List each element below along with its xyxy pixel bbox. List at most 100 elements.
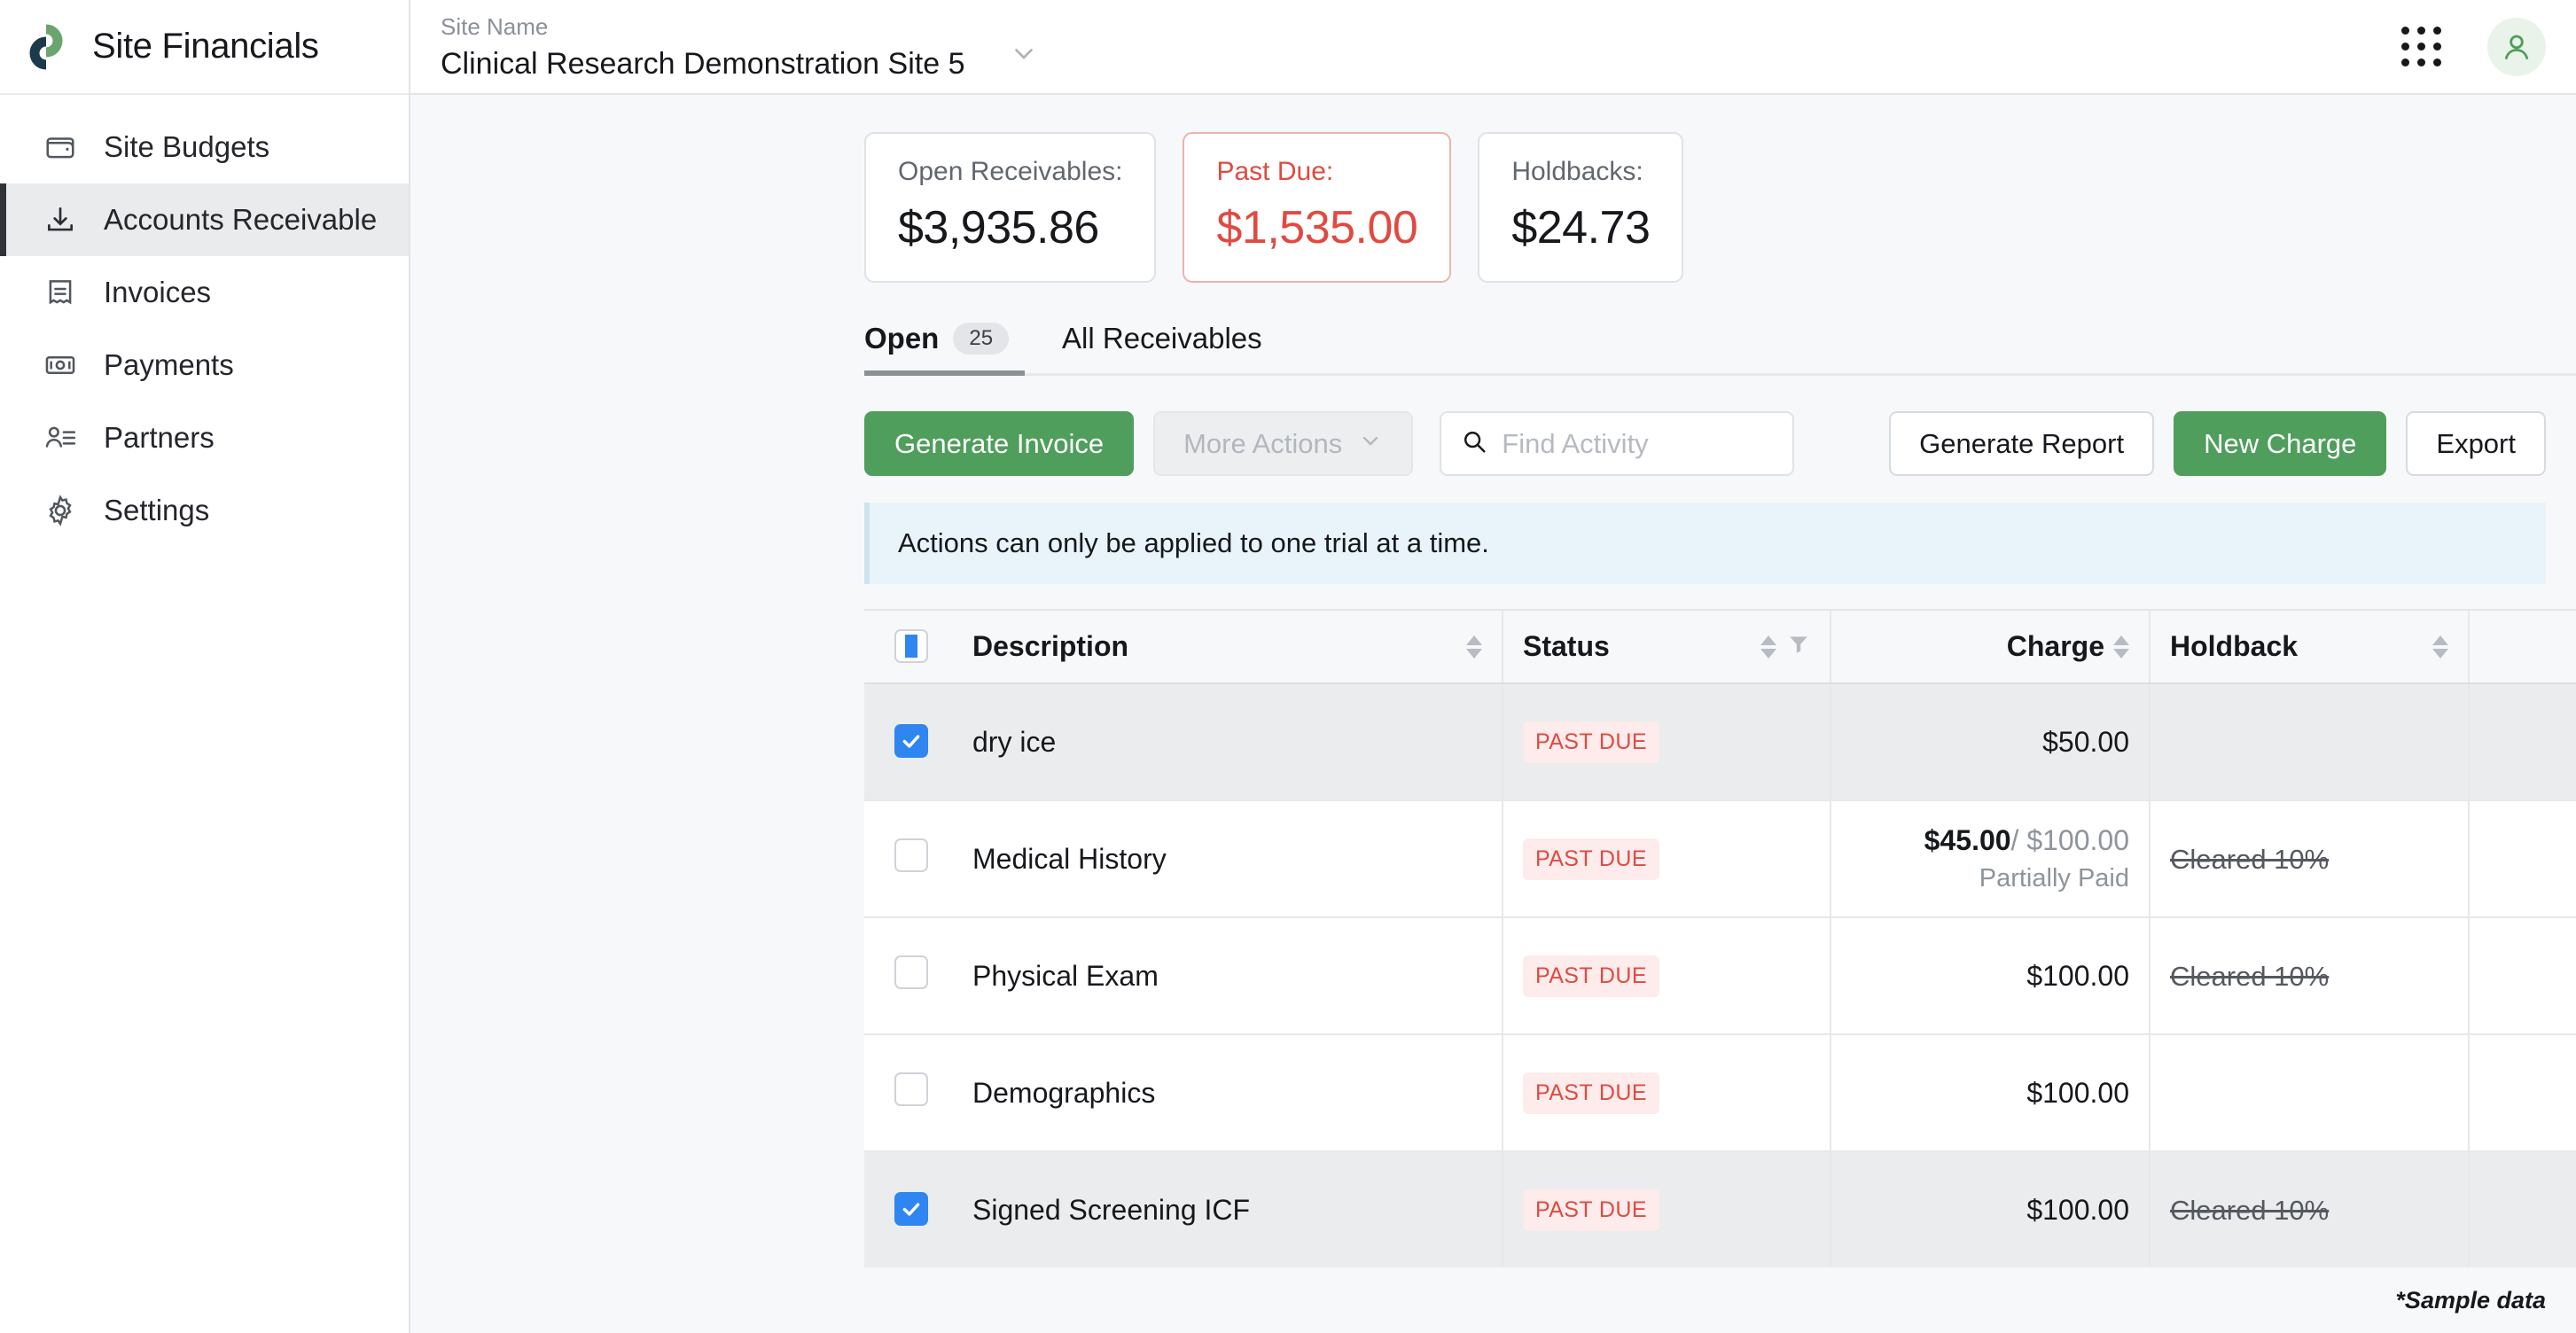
- sidebar-item-partners[interactable]: Partners: [0, 401, 409, 474]
- search-input[interactable]: [1502, 427, 1774, 460]
- summary-card-past-due: Past Due: $1,535.00: [1183, 132, 1452, 283]
- cell-description: Demographics: [953, 1034, 1503, 1152]
- search-icon: [1461, 428, 1487, 459]
- cell-status: PAST DUE: [1503, 800, 1831, 918]
- select-all-checkbox[interactable]: [894, 628, 928, 663]
- row-checkbox[interactable]: [894, 724, 928, 758]
- banknote-icon: [42, 347, 79, 384]
- sidebar-nav: Site Budgets Accounts Receivable Invoice…: [0, 95, 409, 547]
- export-button[interactable]: Export: [2406, 411, 2546, 476]
- app-logo-icon: [23, 24, 69, 70]
- site-name-label: Site Name: [441, 12, 549, 40]
- inbox-download-icon: [42, 201, 79, 238]
- holdback-cleared-text: Cleared 10%: [2170, 960, 2330, 992]
- card-value: $3,935.86: [898, 202, 1099, 253]
- cell-status: PAST DUE: [1503, 683, 1831, 801]
- cell-holdback: [2150, 1034, 2470, 1152]
- search-field[interactable]: [1440, 411, 1795, 476]
- chevron-down-icon: [1009, 38, 1039, 73]
- table-body: dry ice PAST DUE $50.00 $50.00 01-Jun-20…: [864, 683, 2576, 1267]
- row-select-cell: [864, 1151, 953, 1267]
- more-actions-dropdown[interactable]: More Actions: [1153, 411, 1414, 476]
- charge-paid-amount: $45.00: [1924, 824, 2011, 856]
- app-root: Site Financials Site Budgets Accounts Re…: [0, 0, 2576, 1333]
- card-value: $1,535.00: [1216, 202, 1418, 253]
- sidebar-item-accounts-receivable[interactable]: Accounts Receivable: [0, 183, 409, 256]
- charge-status-sub: Partially Paid: [1979, 864, 2129, 893]
- status-badge: PAST DUE: [1523, 838, 1659, 880]
- column-label: Description: [972, 630, 1129, 662]
- main-area: Site Name Clinical Research Demonstratio…: [410, 0, 2576, 1333]
- row-checkbox[interactable]: [894, 1072, 928, 1106]
- sidebar-item-site-budgets[interactable]: Site Budgets: [0, 111, 409, 183]
- row-checkbox[interactable]: [894, 955, 928, 989]
- sort-icon[interactable]: [2113, 635, 2129, 659]
- cell-description: Medical History: [953, 800, 1503, 918]
- sidebar-item-label: Payments: [104, 348, 234, 381]
- row-select-cell: [864, 1034, 953, 1152]
- column-header-charge[interactable]: Charge: [1831, 611, 2151, 684]
- tabs: Open 25 All Receivables: [864, 322, 2576, 376]
- tab-all-receivables[interactable]: All Receivables: [1062, 322, 1285, 373]
- site-name-dropdown[interactable]: Site Name Clinical Research Demonstratio…: [441, 12, 1039, 82]
- info-banner: Actions can only be applied to one trial…: [864, 503, 2546, 584]
- topbar: Site Name Clinical Research Demonstratio…: [410, 0, 2576, 95]
- column-header-holdback[interactable]: Holdback: [2150, 611, 2470, 684]
- status-badge: PAST DUE: [1523, 1072, 1659, 1114]
- card-label: Open Receivables:: [898, 157, 1123, 186]
- sort-icon[interactable]: [1466, 635, 1482, 659]
- summary-card-open-receivables: Open Receivables: $3,935.86: [864, 132, 1157, 283]
- table-row[interactable]: Signed Screening ICF PAST DUE $100.00 Cl…: [864, 1151, 2576, 1267]
- sidebar-item-invoices[interactable]: Invoices: [0, 256, 409, 329]
- cell-description: Signed Screening ICF: [953, 1151, 1503, 1267]
- cell-total-charge: $100.00: [2469, 1151, 2576, 1267]
- table-row[interactable]: dry ice PAST DUE $50.00 $50.00 01-Jun-20…: [864, 683, 2576, 801]
- column-header-total-charge[interactable]: Total Charge: [2469, 611, 2576, 684]
- sidebar-item-label: Site Budgets: [104, 130, 270, 163]
- column-header-status[interactable]: Status: [1503, 611, 1831, 684]
- cell-total-charge: $50.00: [2469, 683, 2576, 801]
- sidebar-item-settings[interactable]: Settings: [0, 474, 409, 547]
- generate-invoice-button[interactable]: Generate Invoice: [864, 411, 1135, 476]
- sidebar-item-label: Partners: [104, 421, 215, 454]
- charge-total-amount: / $100.00: [2010, 824, 2129, 856]
- receivables-table: Description Status Charge Holdback dry i…: [864, 611, 2576, 1267]
- table-row[interactable]: Medical History PAST DUE $45.00/ $100.00…: [864, 800, 2576, 918]
- cell-total-charge: $100.00: [2469, 1034, 2576, 1152]
- cell-total-charge: $100.00: [2469, 917, 2576, 1035]
- table-row[interactable]: Physical Exam PAST DUE $100.00 Cleared 1…: [864, 917, 2576, 1035]
- sort-icon[interactable]: [1760, 635, 1776, 659]
- cell-description: dry ice: [953, 683, 1503, 801]
- status-badge: PAST DUE: [1523, 955, 1659, 997]
- column-header-description[interactable]: Description: [953, 611, 1503, 684]
- grid-apps-icon[interactable]: [2401, 27, 2441, 66]
- cell-charge: $45.00/ $100.00 Partially Paid: [1831, 800, 2151, 918]
- row-checkbox[interactable]: [894, 1192, 928, 1226]
- status-badge: PAST DUE: [1523, 721, 1659, 763]
- summary-card-holdbacks: Holdbacks: $24.73: [1478, 132, 1684, 283]
- new-charge-button[interactable]: New Charge: [2174, 411, 2387, 476]
- avatar[interactable]: [2487, 17, 2546, 76]
- card-label: Past Due:: [1216, 157, 1334, 186]
- tab-label: Open: [864, 322, 940, 355]
- summary-cards: Open Receivables: $3,935.86 Past Due: $1…: [864, 95, 2576, 283]
- cell-charge: $50.00: [1831, 683, 2151, 801]
- generate-report-button[interactable]: Generate Report: [1889, 411, 2155, 476]
- sort-icon[interactable]: [2432, 635, 2448, 659]
- tab-open[interactable]: Open 25: [864, 322, 1032, 376]
- cell-status: PAST DUE: [1503, 1034, 1831, 1152]
- row-checkbox[interactable]: [894, 838, 928, 872]
- cell-status: PAST DUE: [1503, 1151, 1831, 1267]
- cell-charge: $100.00: [1831, 917, 2151, 1035]
- brand-header: Site Financials: [0, 0, 409, 95]
- filter-funnel-icon[interactable]: [1787, 630, 1810, 663]
- holdback-cleared-text: Cleared 10%: [2170, 843, 2330, 875]
- cell-holdback: [2150, 683, 2470, 801]
- sidebar-item-payments[interactable]: Payments: [0, 329, 409, 401]
- row-select-cell: [864, 800, 953, 918]
- content: Open Receivables: $3,935.86 Past Due: $1…: [410, 95, 2576, 1333]
- cell-holdback: Cleared 10%: [2150, 1151, 2470, 1267]
- more-actions-label: More Actions: [1183, 427, 1343, 459]
- column-label: Charge: [2006, 630, 2104, 662]
- table-row[interactable]: Demographics PAST DUE $100.00 $100.00 04…: [864, 1034, 2576, 1152]
